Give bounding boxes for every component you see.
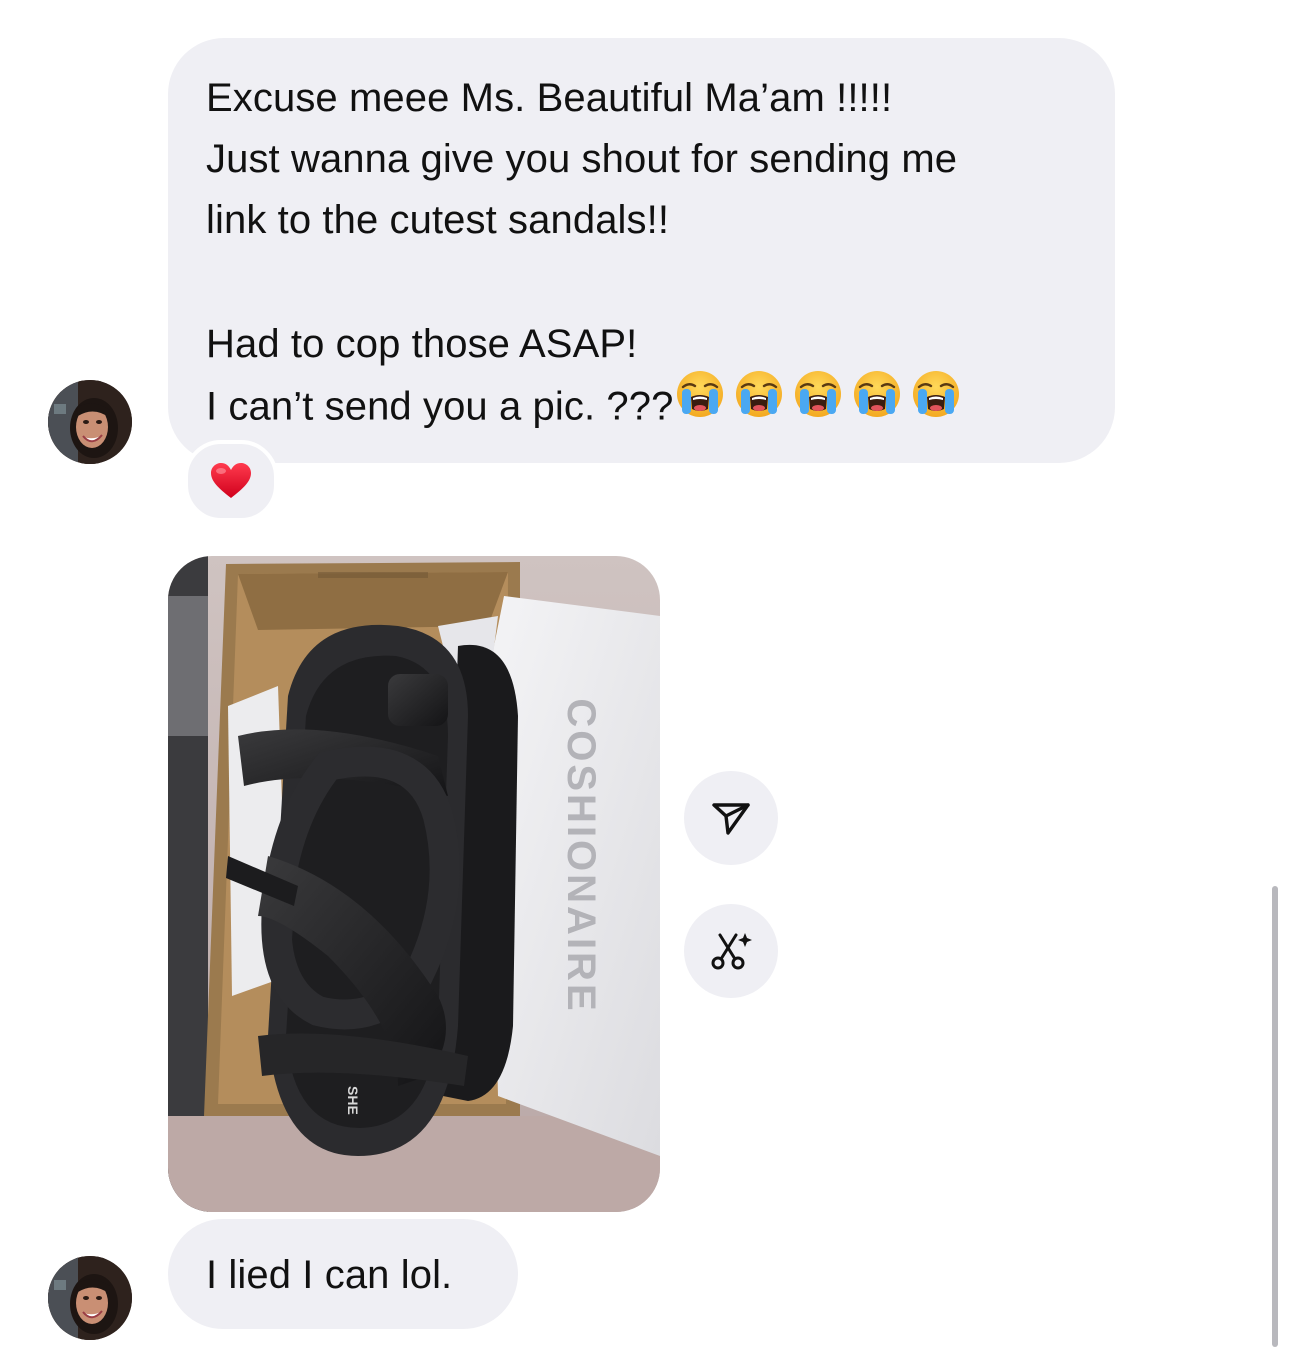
message-line-3: link to the cutest sandals!! (206, 198, 670, 242)
message-line-2: Just wanna give you shout for sending me (206, 137, 958, 181)
scissors-sparkle-icon (711, 933, 752, 970)
crying-face-emoji (792, 369, 844, 437)
box-print-text: COSHIONAIRE (559, 698, 603, 1013)
scrollbar[interactable] (1272, 886, 1278, 1347)
chat-thread: Excuse meee Ms. Beautiful Ma’am !!!!! Ju… (0, 0, 1290, 1347)
heart-reaction[interactable] (184, 440, 278, 522)
crying-face-emoji (851, 369, 903, 437)
message-line-1: Excuse meee Ms. Beautiful Ma’am !!!!! (206, 76, 893, 120)
edit-cutout-button[interactable] (684, 904, 778, 998)
message-bubble-1[interactable]: Excuse meee Ms. Beautiful Ma’am !!!!! Ju… (168, 38, 1115, 463)
crying-face-emoji (733, 369, 785, 437)
message-line-5: I can’t send you a pic. ??? (206, 371, 1075, 436)
avatar-photo (48, 1256, 132, 1340)
message-bubble-2[interactable]: I lied I can lol. (168, 1219, 518, 1329)
sole-print-text: SHE (345, 1086, 361, 1115)
share-icon (712, 803, 750, 835)
crying-face-emoji (674, 369, 726, 437)
share-button[interactable] (684, 771, 778, 865)
sandals-photo: COSHIONAIRE SHE (168, 556, 660, 1212)
sender-avatar[interactable] (48, 380, 132, 464)
message-line-5-text: I can’t send you a pic. ??? (206, 384, 674, 429)
heart-icon (211, 463, 251, 498)
avatar-photo (48, 380, 132, 464)
message-text-2: I lied I can lol. (206, 1253, 453, 1297)
crying-face-emoji (910, 369, 962, 437)
crying-emoji-row (673, 371, 968, 429)
message-line-4: Had to cop those ASAP! (206, 322, 638, 366)
sender-avatar[interactable] (48, 1256, 132, 1340)
photo-message[interactable]: COSHIONAIRE SHE (168, 556, 660, 1212)
